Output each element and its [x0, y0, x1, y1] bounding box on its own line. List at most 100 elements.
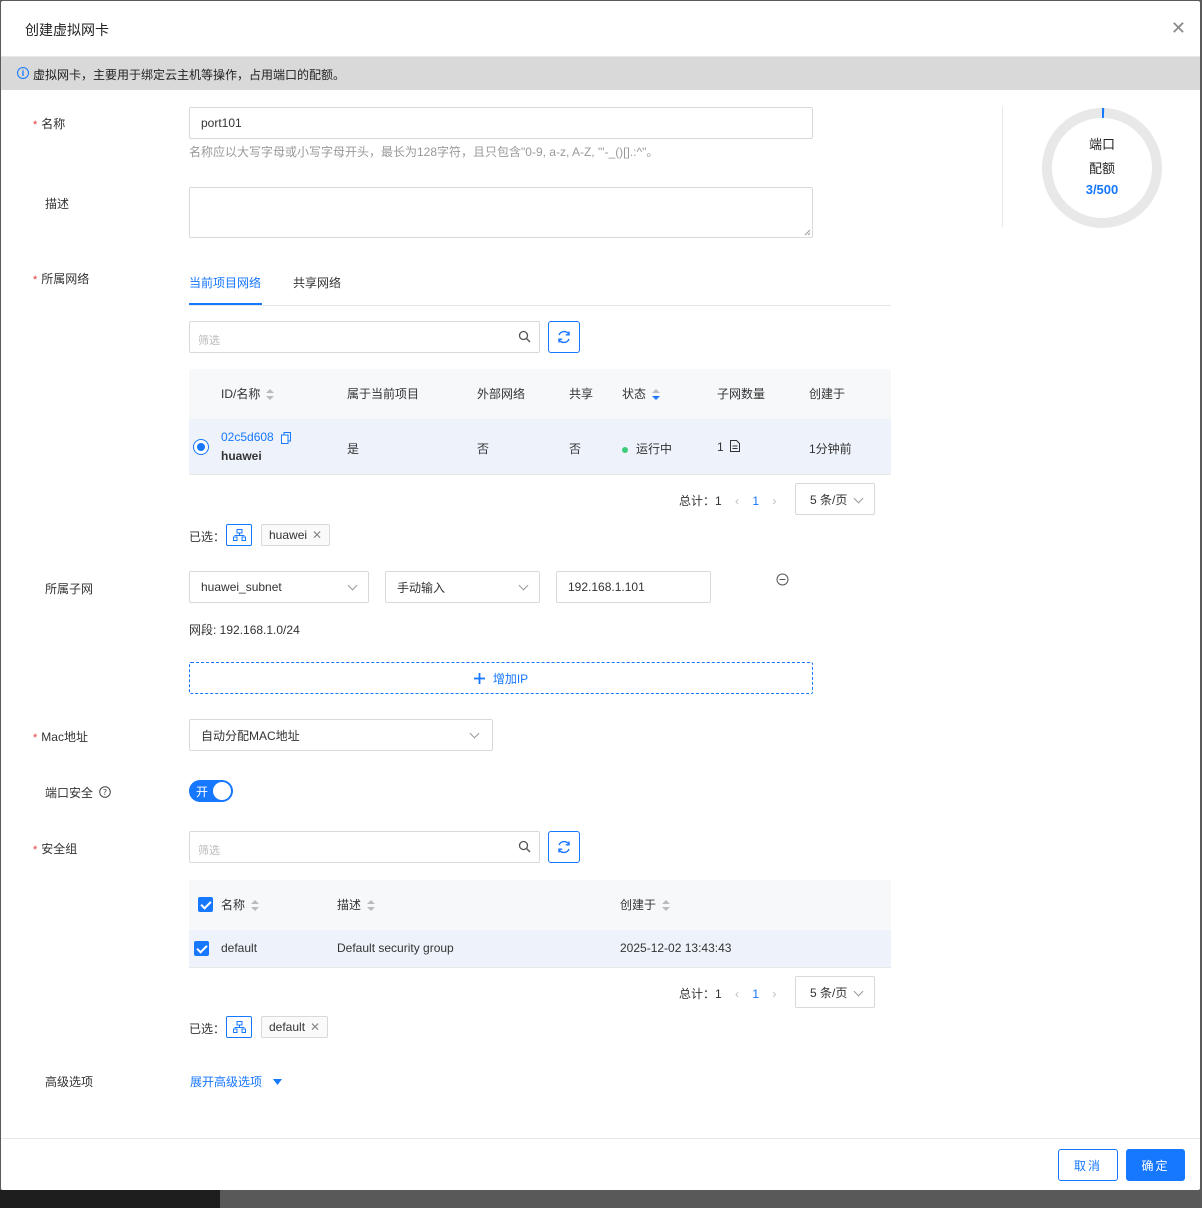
copy-icon[interactable] [281, 431, 292, 444]
info-icon: i [17, 67, 29, 79]
network-filter-input[interactable]: 筛选 [189, 321, 540, 353]
network-selected-label: 已选： [189, 530, 226, 544]
column-shared: 共享 [569, 387, 594, 401]
page-number[interactable]: 1 [752, 987, 759, 1001]
table-row[interactable]: default Default security group 2025-12-0… [189, 930, 891, 968]
resize-handle-icon[interactable] [804, 229, 811, 236]
quota-divider [1002, 107, 1003, 227]
cell-subnets: 1 [717, 440, 741, 454]
port-security-label: 端口安全 ? [45, 784, 112, 801]
cell-created: 1分钟前 [809, 442, 852, 456]
column-created[interactable]: 创建于 [620, 896, 671, 913]
remove-ip-icon[interactable] [776, 573, 789, 586]
next-page-icon[interactable]: › [772, 494, 776, 508]
security-group-selected-tag: default ✕ [261, 1016, 329, 1038]
sort-icon[interactable] [662, 899, 671, 912]
row-checkbox[interactable] [194, 941, 209, 956]
confirm-button[interactable]: 确定 [1126, 1149, 1185, 1181]
cell-description: Default security group [337, 941, 454, 955]
security-group-filter-placeholder: 筛选 [198, 845, 220, 857]
page-number[interactable]: 1 [752, 494, 759, 508]
name-hint: 名称应以大写字母或小写字母开头，最长为128字符，且只包含"0-9, a-z, … [189, 145, 659, 159]
subnet-select[interactable]: huawei_subnet [189, 571, 369, 603]
mac-select[interactable]: 自动分配MAC地址 [189, 719, 493, 751]
column-id-name[interactable]: ID/名称 [221, 385, 275, 402]
quota-value: 3/500 [1085, 182, 1119, 197]
column-created: 创建于 [809, 387, 846, 401]
add-ip-button[interactable]: 增加IP [189, 662, 813, 694]
info-bar: i 虚拟网卡，主要用于绑定云主机等操作，占用端口的配额。 [1, 57, 1200, 90]
network-icon [232, 1021, 246, 1033]
row-radio[interactable] [193, 439, 209, 455]
network-tabs: 当前项目网络 共享网络 [189, 263, 891, 306]
remove-tag-icon[interactable]: ✕ [312, 528, 322, 542]
modal-header: 创建虚拟网卡 ✕ [1, 1, 1200, 57]
modal-footer: 取消 确定 [1, 1138, 1200, 1190]
background-left [0, 1190, 220, 1208]
advanced-label: 高级选项 [45, 1075, 94, 1089]
subnet-label: 所属子网 [45, 582, 94, 596]
quota-label-line2: 配额 [1088, 161, 1115, 176]
description-textarea[interactable] [189, 187, 813, 238]
quota-label-line1: 端口 [1088, 137, 1115, 152]
svg-text:?: ? [103, 788, 107, 797]
column-name[interactable]: 名称 [221, 896, 260, 913]
cell-status: 运行中 [622, 440, 672, 457]
expand-advanced-link[interactable]: 展开高级选项 [190, 1073, 283, 1090]
subnet-cidr: 网段: 192.168.1.0/24 [189, 623, 300, 637]
caret-down-icon [273, 1079, 283, 1085]
name-input[interactable]: port101 [189, 107, 813, 139]
security-group-refresh-button[interactable] [548, 831, 580, 863]
remove-tag-icon[interactable]: ✕ [310, 1020, 320, 1034]
network-label: * 所属网络 [33, 272, 90, 286]
close-icon[interactable]: ✕ [1171, 19, 1186, 37]
network-icon [232, 529, 246, 541]
document-icon[interactable] [730, 440, 741, 452]
security-group-filter-input[interactable]: 筛选 [189, 831, 540, 863]
sort-icon[interactable] [251, 899, 260, 912]
ip-mode-select[interactable]: 手动输入 [385, 571, 540, 603]
next-page-icon[interactable]: › [772, 987, 776, 1001]
name-label: * 名称 [33, 117, 66, 131]
status-dot [622, 446, 628, 453]
network-id-link[interactable]: 02c5d608 [221, 430, 292, 444]
sort-icon[interactable] [266, 388, 275, 401]
column-external: 外部网络 [477, 387, 526, 401]
cell-shared: 否 [569, 442, 582, 456]
prev-page-icon[interactable]: ‹ [735, 494, 739, 508]
security-group-selected-label: 已选： [189, 1022, 226, 1036]
sort-icon[interactable] [367, 899, 376, 912]
cell-name: default [221, 941, 258, 955]
description-label: 描述 [45, 197, 70, 211]
network-selected-tag: huawei ✕ [261, 524, 331, 546]
column-description[interactable]: 描述 [337, 896, 376, 913]
column-subnets: 子网数量 [717, 387, 766, 401]
port-security-toggle[interactable]: 开 [189, 780, 233, 802]
select-all-checkbox[interactable] [198, 897, 213, 912]
network-page-size-select[interactable]: 5 条/页 [795, 483, 875, 515]
network-refresh-button[interactable] [548, 321, 580, 353]
cancel-button[interactable]: 取消 [1058, 1149, 1118, 1181]
prev-page-icon[interactable]: ‹ [735, 987, 739, 1001]
help-icon[interactable]: ? [99, 786, 112, 798]
chevron-down-icon [469, 728, 480, 739]
cell-created: 2025-12-02 13:43:43 [620, 941, 732, 955]
chevron-down-icon [853, 986, 864, 997]
search-icon[interactable] [518, 330, 531, 343]
search-icon[interactable] [518, 840, 531, 853]
tab-shared-network[interactable]: 共享网络 [293, 274, 341, 291]
plus-icon [473, 672, 485, 684]
create-port-modal: 创建虚拟网卡 ✕ i 虚拟网卡，主要用于绑定云主机等操作，占用端口的配额。 * 名… [1, 1, 1200, 1190]
refresh-icon [558, 330, 570, 344]
network-name: huawei [221, 449, 262, 463]
ip-address-input[interactable]: 192.168.1.101 [556, 571, 711, 603]
tab-current-project-network[interactable]: 当前项目网络 [189, 274, 261, 291]
table-row[interactable]: 02c5d608 huawei 是 否 否 运行中 1 1分钟前 [189, 419, 891, 475]
sort-icon[interactable] [652, 388, 661, 401]
security-group-label: * 安全组 [33, 842, 78, 856]
security-group-page-size-select[interactable]: 5 条/页 [795, 976, 875, 1008]
port-quota-ring: 端口 配额 3/500 [1041, 107, 1163, 229]
column-status[interactable]: 状态 [622, 385, 661, 402]
active-tab-indicator [189, 303, 262, 305]
chevron-down-icon [518, 580, 529, 591]
